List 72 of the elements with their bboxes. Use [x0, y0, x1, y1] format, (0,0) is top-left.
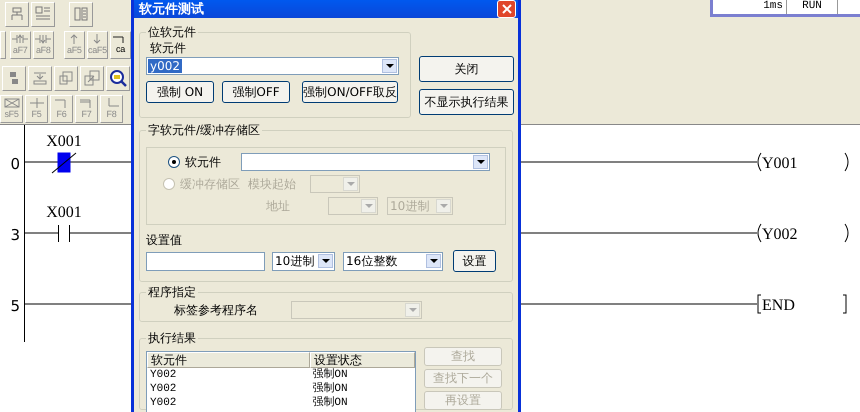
list-cell-text: Y002	[149, 382, 178, 396]
insert-row-icon	[33, 71, 47, 85]
toolbar-button[interactable]: sF5	[0, 95, 23, 123]
input-field[interactable]	[146, 252, 265, 270]
device-dropdown[interactable]	[241, 153, 490, 171]
step-number: 3	[10, 226, 20, 244]
toolbar-button[interactable]: caF5	[86, 31, 108, 59]
dialog-button[interactable]: 不显示执行结果	[419, 89, 514, 115]
toolbar-button[interactable]: aF7	[10, 31, 31, 59]
field-label: 软元件	[150, 41, 187, 55]
set-button[interactable]: 设置	[453, 250, 496, 272]
arrow-icon	[93, 34, 102, 44]
close-icon	[502, 4, 512, 14]
radix-dropdown[interactable]: 10进制	[387, 197, 453, 215]
data-type-dropdown[interactable]: 16位整数	[343, 252, 443, 270]
radio-button[interactable]	[168, 156, 180, 168]
force-button[interactable]: 强制 ON	[146, 81, 214, 103]
force-button[interactable]: 强制OFF	[222, 81, 290, 103]
group-title: 字软元件/缓冲存储区	[147, 122, 262, 139]
status-cell: 1ms	[713, 0, 787, 14]
group-title: 执行结果	[147, 330, 197, 347]
window-title: 软元件测试	[139, 1, 204, 18]
form-icon	[35, 6, 51, 22]
field-label: 地址	[266, 198, 291, 214]
group-title: 程序指定	[147, 284, 197, 301]
toolbar-button[interactable]: ca	[110, 31, 132, 59]
list-cell-text: 强制ON	[311, 396, 349, 410]
group-title: 位软元件	[147, 24, 197, 41]
field-label: 设置值	[146, 233, 183, 247]
option-label: 软元件	[185, 154, 222, 170]
toolbar-button[interactable]: aF5	[64, 31, 85, 59]
invert-icon	[4, 98, 20, 108]
toolbar-button[interactable]: F7	[75, 95, 98, 123]
contact-icon	[80, 98, 94, 108]
list-cell-text: Y002	[149, 396, 178, 410]
device-dropdown[interactable]: y002	[146, 57, 399, 75]
output-coil: Y001	[758, 152, 848, 172]
block-icon	[8, 71, 20, 85]
list-cell-text: 强制ON	[311, 382, 349, 396]
toolbar-button[interactable]: aF8	[32, 31, 54, 59]
list-cell-text: 强制ON	[311, 368, 349, 382]
end-instruction: END	[758, 294, 846, 314]
window-icon	[58, 70, 74, 86]
close-button[interactable]	[497, 0, 516, 18]
status-cell: RUN	[787, 0, 838, 14]
column-header[interactable]: 软元件	[147, 352, 310, 368]
toolbar-button[interactable]: F5	[25, 95, 48, 123]
field-label: 标签参考程序名	[174, 302, 259, 318]
option-label: 缓冲存储区	[180, 176, 241, 192]
list-cell-text: Y002	[149, 368, 178, 382]
hierarchy-icon	[11, 7, 23, 21]
device-label: X001	[46, 133, 82, 150]
arrow-icon	[70, 34, 78, 44]
output-coil: Y002	[758, 224, 848, 243]
contact-icon	[30, 98, 44, 108]
list-icon	[73, 6, 89, 22]
step-number: 0	[10, 155, 20, 173]
window-icon	[84, 70, 100, 86]
radix-dropdown[interactable]: 10进制	[272, 252, 335, 270]
contact-icon	[35, 34, 52, 44]
contact-icon	[54, 98, 68, 108]
contact-icon	[12, 34, 28, 44]
force-button[interactable]: 强制ON/OFF取反	[302, 81, 398, 103]
device-label: X001	[46, 204, 82, 221]
column-header[interactable]: 设置状态	[310, 352, 415, 368]
field-label: 模块起始	[248, 176, 297, 192]
dialog-button[interactable]: 关闭	[419, 56, 514, 82]
toolbar-button[interactable]: F8	[100, 95, 123, 123]
magnifier-icon	[109, 69, 127, 87]
toolbar-button[interactable]: F6	[50, 95, 73, 123]
toolbar-button[interactable]	[106, 66, 130, 90]
step-number: 5	[10, 297, 20, 315]
